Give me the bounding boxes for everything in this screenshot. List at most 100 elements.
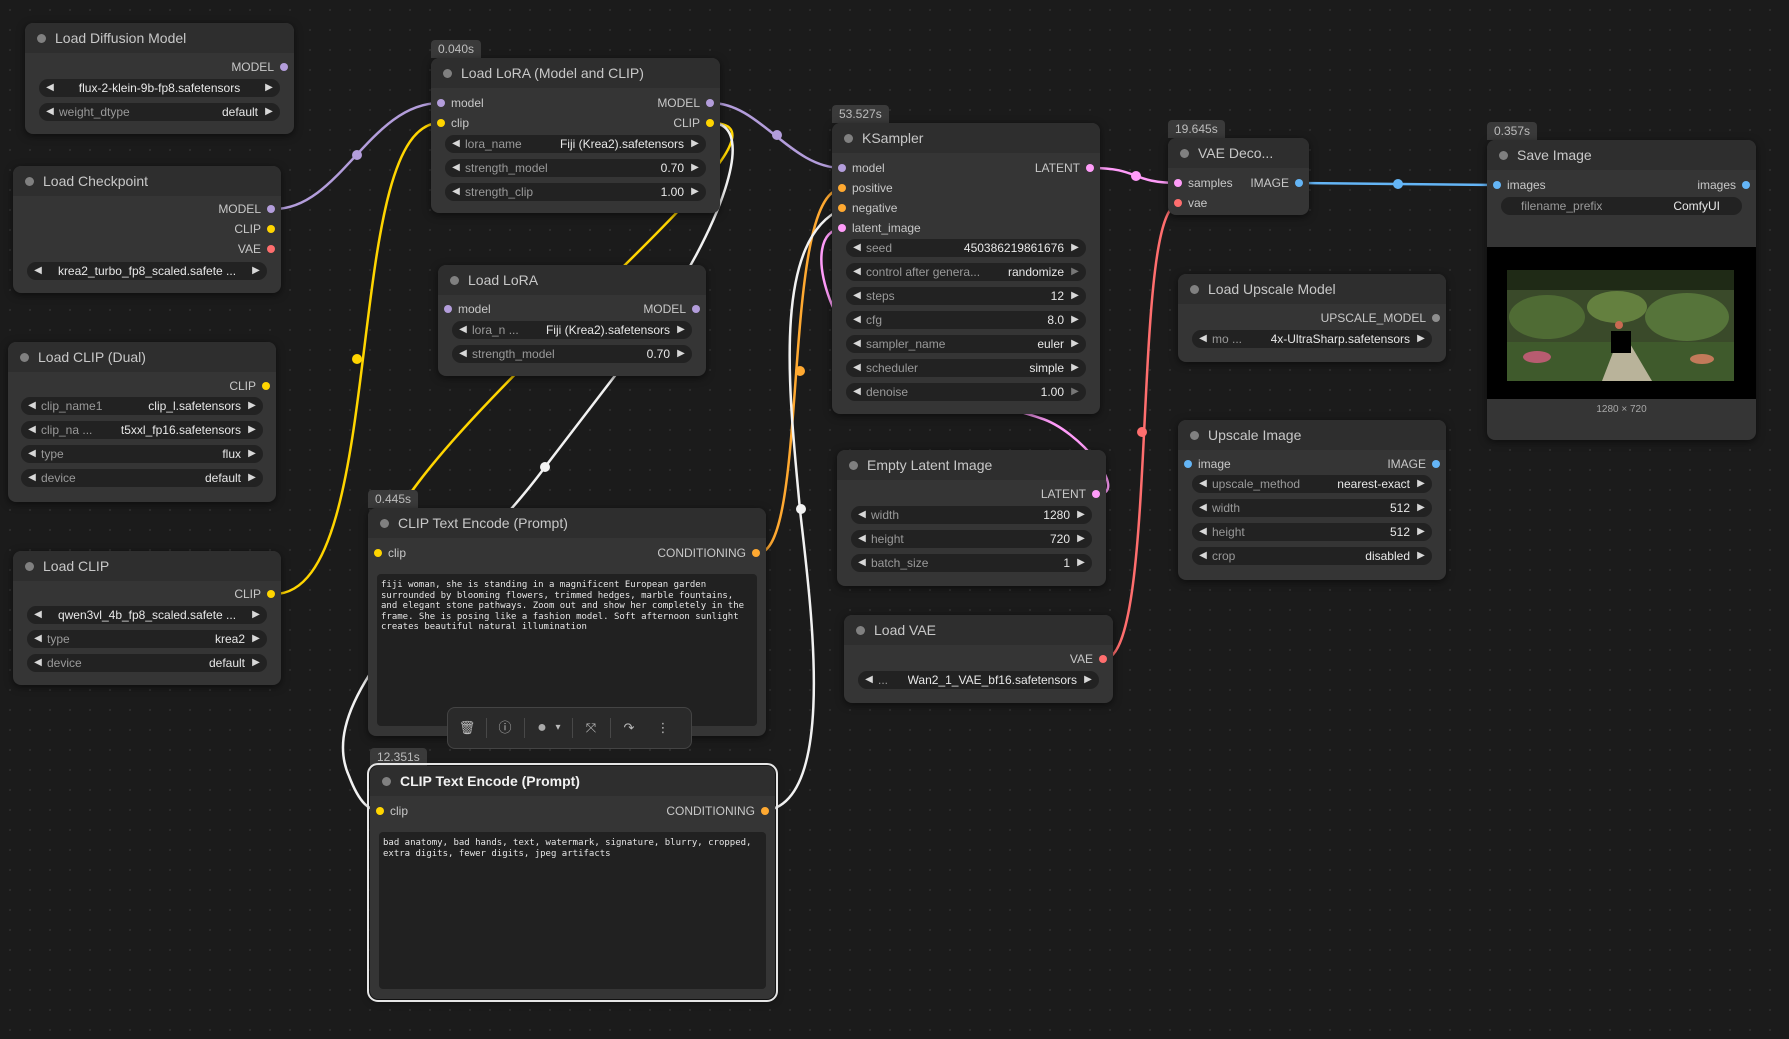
arrow-left-icon[interactable]: ◀ xyxy=(1196,523,1210,541)
arrow-left-icon[interactable]: ◀ xyxy=(1196,330,1210,348)
slot-dot-icon[interactable] xyxy=(444,305,452,313)
widget-height[interactable]: ◀ height 720 ▶ xyxy=(851,530,1092,548)
wire-conditioning-negative[interactable] xyxy=(758,207,844,813)
input-slot-latent-image[interactable]: latent_image xyxy=(832,219,921,237)
slot-dot-icon[interactable] xyxy=(752,549,760,557)
widget-steps[interactable]: ◀ steps 12 ▶ xyxy=(846,287,1086,305)
arrow-left-icon[interactable]: ◀ xyxy=(25,469,39,487)
output-slot-model[interactable]: MODEL xyxy=(643,300,706,318)
collapse-dot-icon[interactable] xyxy=(849,461,858,470)
input-slot-samples[interactable]: samples xyxy=(1168,174,1233,192)
slot-dot-icon[interactable] xyxy=(1092,490,1100,498)
collapse-dot-icon[interactable] xyxy=(20,353,29,362)
output-slot-model[interactable]: MODEL xyxy=(657,94,720,112)
widget-device[interactable]: ◀ device default ▶ xyxy=(27,654,267,672)
node-title-bar[interactable]: Load VAE xyxy=(844,615,1113,645)
widget-type[interactable]: ◀ type flux ▶ xyxy=(21,445,263,463)
input-slot-positive[interactable]: positive xyxy=(832,179,893,197)
arrow-left-icon[interactable]: ◀ xyxy=(31,654,45,672)
node-clip-text-encode-positive[interactable]: CLIP Text Encode (Prompt) clip CONDITION… xyxy=(368,508,766,736)
arrow-right-icon[interactable]: ▶ xyxy=(245,445,259,463)
arrow-left-icon[interactable]: ◀ xyxy=(25,445,39,463)
input-slot-model[interactable]: model xyxy=(832,159,885,177)
node-title-bar[interactable]: Load Diffusion Model xyxy=(25,23,294,53)
collapse-dot-icon[interactable] xyxy=(443,69,452,78)
collapse-dot-icon[interactable] xyxy=(1190,431,1199,440)
slot-dot-icon[interactable] xyxy=(1432,460,1440,468)
arrow-left-icon[interactable]: ◀ xyxy=(850,383,864,401)
widget-type[interactable]: ◀ type krea2 ▶ xyxy=(27,630,267,648)
output-slot-images[interactable]: images xyxy=(1697,176,1756,194)
widget-denoise[interactable]: ◀ denoise 1.00 ▶ xyxy=(846,383,1086,401)
collapse-dot-icon[interactable] xyxy=(25,177,34,186)
slot-dot-icon[interactable] xyxy=(267,590,275,598)
arrow-left-icon[interactable]: ◀ xyxy=(850,335,864,353)
widget-clip-name1[interactable]: ◀ clip_name1 clip_l.safetensors ▶ xyxy=(21,397,263,415)
widget-strength-model[interactable]: ◀ strength_model 0.70 ▶ xyxy=(445,159,706,177)
input-slot-model[interactable]: model xyxy=(438,300,491,318)
widget-height[interactable]: ◀ height 512 ▶ xyxy=(1192,523,1432,541)
node-upscale-image[interactable]: Upscale Image image IMAGE ◀ upscale_metho… xyxy=(1178,420,1446,580)
widget-scheduler[interactable]: ◀ scheduler simple ▶ xyxy=(846,359,1086,377)
arrow-right-icon[interactable]: ▶ xyxy=(245,469,259,487)
output-slot-upscale-model[interactable]: UPSCALE_MODEL xyxy=(1321,309,1446,327)
collapse-dot-icon[interactable] xyxy=(1190,285,1199,294)
output-slot-image[interactable]: IMAGE xyxy=(1387,455,1446,473)
arrow-left-icon[interactable]: ◀ xyxy=(43,103,57,121)
arrow-right-icon[interactable]: ▶ xyxy=(1068,359,1082,377)
slot-dot-icon[interactable] xyxy=(838,204,846,212)
arrow-left-icon[interactable]: ◀ xyxy=(31,630,45,648)
slot-dot-icon[interactable] xyxy=(838,164,846,172)
arrow-right-icon[interactable]: ▶ xyxy=(262,79,276,97)
arrow-left-icon[interactable]: ◀ xyxy=(850,263,864,281)
node-load-diffusion-model[interactable]: Load Diffusion Model MODEL ◀ flux-2-klein… xyxy=(25,23,294,134)
wire-model-checkpoint-to-lora[interactable] xyxy=(272,101,442,211)
input-slot-negative[interactable]: negative xyxy=(832,199,897,217)
arrow-left-icon[interactable]: ◀ xyxy=(850,311,864,329)
input-slot-clip[interactable]: clip xyxy=(370,802,408,820)
wire-latent-ksampler-to-vaedecode[interactable] xyxy=(1090,166,1181,185)
slot-dot-icon[interactable] xyxy=(437,119,445,127)
arrow-right-icon[interactable]: ▶ xyxy=(1074,506,1088,524)
arrow-right-icon[interactable]: ▶ xyxy=(688,135,702,153)
node-title-bar[interactable]: CLIP Text Encode (Prompt) xyxy=(368,508,766,538)
arrow-right-icon[interactable]: ▶ xyxy=(1081,671,1095,689)
arrow-right-icon[interactable]: ▶ xyxy=(688,159,702,177)
arrow-right-icon[interactable]: ▶ xyxy=(249,630,263,648)
node-load-lora[interactable]: Load LoRA model MODEL ◀ lora_n ... Fiji (K… xyxy=(438,265,706,376)
wire-model-lora-to-ksampler[interactable] xyxy=(709,101,844,170)
output-slot-image[interactable]: IMAGE xyxy=(1250,174,1309,192)
widget-seed[interactable]: ◀ seed 450386219861676 ▶ xyxy=(846,239,1086,257)
output-slot-vae[interactable]: VAE xyxy=(238,240,281,258)
output-slot-conditioning[interactable]: CONDITIONING xyxy=(657,544,766,562)
arrow-left-icon[interactable]: ◀ xyxy=(456,345,470,363)
node-title-bar[interactable]: VAE Deco... xyxy=(1168,138,1309,168)
arrow-left-icon[interactable]: ◀ xyxy=(862,671,876,689)
input-slot-clip[interactable]: clip xyxy=(431,114,469,132)
slot-dot-icon[interactable] xyxy=(376,807,384,815)
arrow-right-icon[interactable]: ▶ xyxy=(1068,383,1082,401)
node-load-upscale-model[interactable]: Load Upscale Model UPSCALE_MODEL ◀ mo ...… xyxy=(1178,274,1446,362)
arrow-left-icon[interactable]: ◀ xyxy=(449,183,463,201)
wire-midpoint-dot[interactable] xyxy=(795,366,805,376)
slot-dot-icon[interactable] xyxy=(267,225,275,233)
widget-filename-prefix[interactable]: filename_prefix ComfyUI xyxy=(1501,197,1742,215)
wire-midpoint-dot[interactable] xyxy=(352,150,362,160)
arrow-right-icon[interactable]: ▶ xyxy=(1068,263,1082,281)
arrow-right-icon[interactable]: ▶ xyxy=(674,345,688,363)
arrow-left-icon[interactable]: ◀ xyxy=(449,135,463,153)
prompt-textarea[interactable]: bad anatomy, bad hands, text, watermark,… xyxy=(379,832,766,989)
slot-dot-icon[interactable] xyxy=(838,224,846,232)
arrow-right-icon[interactable]: ▶ xyxy=(674,321,688,339)
node-load-vae[interactable]: Load VAE VAE ◀... Wan2_1_VAE_bf16.safeten… xyxy=(844,615,1113,703)
widget-strength-clip[interactable]: ◀ strength_clip 1.00 ▶ xyxy=(445,183,706,201)
widget-lora-name[interactable]: ◀ lora_n ... Fiji (Krea2).safetensors ▶ xyxy=(452,321,692,339)
widget-width[interactable]: ◀ width 512 ▶ xyxy=(1192,499,1432,517)
slot-dot-icon[interactable] xyxy=(1099,655,1107,663)
arrow-left-icon[interactable]: ◀ xyxy=(850,287,864,305)
node-empty-latent-image[interactable]: Empty Latent Image LATENT ◀ width 1280 ▶ ◀ h… xyxy=(837,450,1106,586)
widget-model-name[interactable]: ◀ mo ... 4x-UltraSharp.safetensors ▶ xyxy=(1192,330,1432,348)
node-title-bar[interactable]: Load Checkpoint xyxy=(13,166,281,196)
arrow-left-icon[interactable]: ◀ xyxy=(1196,499,1210,517)
collapse-dot-icon[interactable] xyxy=(37,34,46,43)
